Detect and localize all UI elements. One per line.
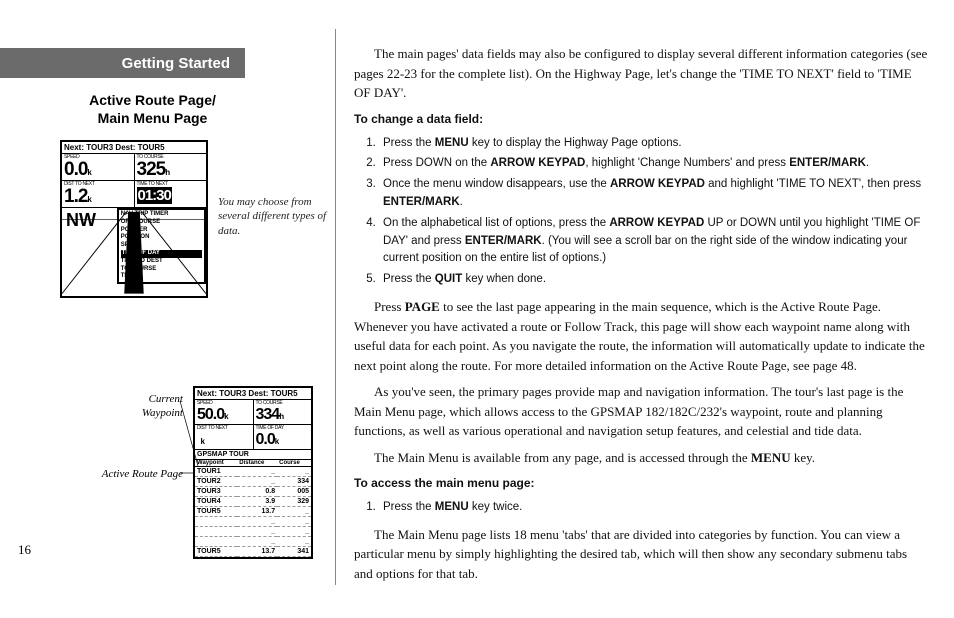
main-text-column: The main pages' data fields may also be … bbox=[336, 0, 954, 618]
table-row: TOUR30.8005 bbox=[195, 487, 311, 497]
paragraph: The main pages' data fields may also be … bbox=[354, 44, 928, 103]
steps-list-1: Press the MENU key to display the Highwa… bbox=[379, 135, 928, 290]
table-row: __ bbox=[195, 517, 311, 527]
figure-1-caption: You may choose from several different ty… bbox=[218, 195, 328, 238]
gps-header: Next: TOUR3 Dest: TOUR5 bbox=[62, 142, 206, 154]
figure-active-route: Next: TOUR3 Dest: TOUR5 SPEED 50.0k TO C… bbox=[193, 386, 313, 559]
steps-list-2: Press the MENU key twice. bbox=[379, 499, 928, 517]
table-row: __ bbox=[195, 537, 311, 547]
table-row: TOUR43.9329 bbox=[195, 497, 311, 507]
table-row: TOUR2_334 bbox=[195, 477, 311, 487]
paragraph: As you've seen, the primary pages provid… bbox=[354, 382, 928, 441]
page-number: 16 bbox=[18, 542, 31, 558]
paragraph: Press PAGE to see the last page appearin… bbox=[354, 297, 928, 375]
waypoint-table: WaypointDistanceCourse TOUR1__TOUR2_334T… bbox=[195, 460, 311, 557]
step-item: On the alphabetical list of options, pre… bbox=[379, 215, 928, 268]
figure-highway-page: Next: TOUR3 Dest: TOUR5 SPEED 0.0k TO CO… bbox=[60, 140, 208, 298]
table-row: __ bbox=[195, 527, 311, 537]
table-row: TOUR1__ bbox=[195, 467, 311, 477]
label-current-waypoint: Current Waypoint bbox=[128, 393, 183, 421]
left-panel: Getting Started Active Route Page/Main M… bbox=[0, 0, 335, 618]
instruction-heading: To access the main menu page: bbox=[354, 474, 928, 492]
instruction-heading: To change a data field: bbox=[354, 110, 928, 128]
table-row: TOUR513.7_ bbox=[195, 507, 311, 517]
direction-label: NW bbox=[62, 208, 206, 233]
paragraph: The Main Menu is available from any page… bbox=[354, 448, 928, 468]
subsection-title: Active Route Page/Main Menu Page bbox=[60, 92, 245, 127]
step-item: Press the QUIT key when done. bbox=[379, 271, 928, 289]
paragraph: The Main Menu page lists 18 menu 'tabs' … bbox=[354, 525, 928, 584]
section-header: Getting Started bbox=[0, 48, 245, 78]
label-active-route-page: Active Route Page bbox=[95, 468, 183, 480]
step-item: Press the MENU key to display the Highwa… bbox=[379, 135, 928, 153]
table-row: TOUR513.7341 bbox=[195, 547, 311, 557]
step-item: Press the MENU key twice. bbox=[379, 499, 928, 517]
step-item: Press DOWN on the ARROW KEYPAD, highligh… bbox=[379, 155, 928, 173]
step-item: Once the menu window disappears, use the… bbox=[379, 176, 928, 212]
